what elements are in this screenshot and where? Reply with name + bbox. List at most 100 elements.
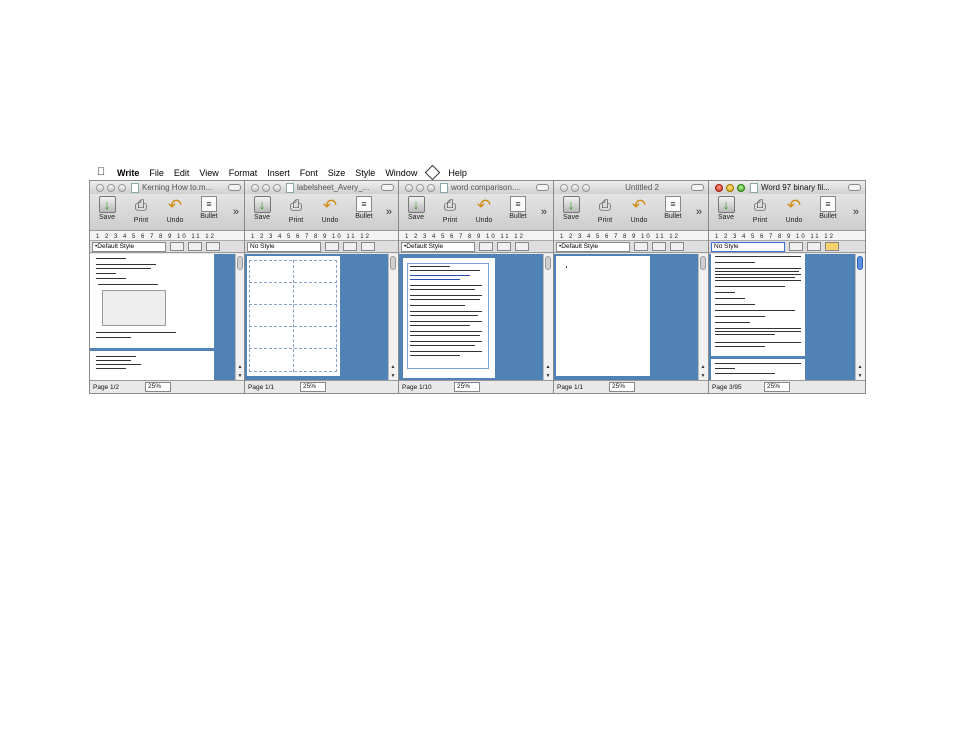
minimize-button[interactable] bbox=[571, 183, 579, 192]
zoom-button[interactable] bbox=[582, 183, 590, 192]
menu-format[interactable]: Format bbox=[229, 168, 258, 178]
style-select[interactable]: No Style bbox=[711, 241, 785, 252]
menu-font[interactable]: Font bbox=[300, 168, 318, 178]
scroll-up-arrow-icon[interactable]: ▲ bbox=[700, 364, 706, 370]
toolbar-overflow-button[interactable]: » bbox=[233, 206, 239, 218]
close-button[interactable] bbox=[405, 183, 413, 192]
title-bar[interactable]: Word 97 binary fil... bbox=[709, 181, 865, 194]
align-center-button[interactable] bbox=[652, 242, 666, 251]
close-button[interactable] bbox=[715, 183, 723, 192]
bullet-button[interactable]: ≡ Bullet bbox=[350, 194, 378, 220]
toolbar-toggle-button[interactable] bbox=[848, 184, 861, 191]
document-area[interactable] bbox=[399, 254, 544, 382]
ruler[interactable]: 1 2 3 4 5 6 7 8 9 10 11 12 bbox=[399, 231, 553, 241]
toolbar-overflow-button[interactable]: » bbox=[696, 206, 702, 218]
scroll-down-arrow-icon[interactable]: ▼ bbox=[857, 373, 863, 379]
document-area[interactable] bbox=[245, 254, 389, 382]
minimize-button[interactable] bbox=[107, 183, 115, 192]
save-button[interactable]: ↓ Save bbox=[93, 194, 121, 221]
align-left-button[interactable] bbox=[634, 242, 648, 251]
document-area[interactable] bbox=[554, 254, 699, 382]
toolbar-overflow-button[interactable]: » bbox=[853, 206, 859, 218]
print-button[interactable]: ⎙ Print bbox=[436, 194, 464, 224]
bullet-button[interactable]: ≡ Bullet bbox=[195, 194, 223, 220]
vertical-scrollbar[interactable]: ▲ ▼ bbox=[543, 254, 553, 382]
print-button[interactable]: ⎙ Print bbox=[591, 194, 619, 224]
toolbar-toggle-button[interactable] bbox=[381, 184, 394, 191]
text-color-button[interactable] bbox=[361, 242, 375, 251]
toolbar-toggle-button[interactable] bbox=[228, 184, 241, 191]
scroll-up-arrow-icon[interactable]: ▲ bbox=[390, 364, 396, 370]
zoom-button[interactable] bbox=[737, 183, 745, 192]
minimize-button[interactable] bbox=[416, 183, 424, 192]
align-left-button[interactable] bbox=[170, 242, 184, 251]
title-bar[interactable]: Untitled 2 bbox=[554, 181, 708, 194]
print-button[interactable]: ⎙ Print bbox=[282, 194, 310, 224]
zoom-button[interactable] bbox=[273, 183, 281, 192]
close-button[interactable] bbox=[560, 183, 568, 192]
style-select[interactable]: •Default Style bbox=[556, 241, 630, 252]
vertical-scrollbar[interactable]: ▲ ▼ bbox=[698, 254, 708, 382]
align-left-button[interactable] bbox=[789, 242, 803, 251]
undo-button[interactable]: ↶ Undo bbox=[780, 194, 808, 224]
minimize-button[interactable] bbox=[726, 183, 734, 192]
menu-help[interactable]: Help bbox=[448, 168, 467, 178]
toolbar-toggle-button[interactable] bbox=[536, 184, 549, 191]
vertical-scrollbar[interactable]: ▲ ▼ bbox=[855, 254, 865, 382]
toolbar-overflow-button[interactable]: » bbox=[386, 206, 392, 218]
bullet-button[interactable]: ≡ Bullet bbox=[504, 194, 532, 220]
title-bar[interactable]: Kerning How to.m... bbox=[90, 181, 245, 194]
bullet-button[interactable]: ≡ Bullet bbox=[814, 194, 842, 220]
undo-button[interactable]: ↶ Undo bbox=[625, 194, 653, 224]
toolbar-toggle-button[interactable] bbox=[691, 184, 704, 191]
bullet-button[interactable]: ≡ Bullet bbox=[659, 194, 687, 220]
highlight-color-button[interactable] bbox=[825, 242, 839, 251]
apple-icon[interactable]:  bbox=[97, 165, 111, 180]
align-center-button[interactable] bbox=[343, 242, 357, 251]
scroll-down-arrow-icon[interactable]: ▼ bbox=[390, 373, 396, 379]
document-area[interactable] bbox=[90, 254, 236, 382]
menu-style[interactable]: Style bbox=[355, 168, 375, 178]
text-color-button[interactable] bbox=[670, 242, 684, 251]
zoom-select[interactable]: 25% bbox=[454, 382, 480, 392]
style-select[interactable]: •Default Style bbox=[401, 241, 475, 252]
title-bar[interactable]: labelsheet_Avery_... bbox=[245, 181, 398, 194]
document-area[interactable] bbox=[709, 254, 856, 382]
scroll-up-arrow-icon[interactable]: ▲ bbox=[237, 364, 243, 370]
ruler[interactable]: 1 2 3 4 5 6 7 8 9 10 11 12 bbox=[245, 231, 398, 241]
menu-file[interactable]: File bbox=[149, 168, 164, 178]
zoom-select[interactable]: 25% bbox=[145, 382, 171, 392]
style-select[interactable]: •Default Style bbox=[92, 241, 166, 252]
ruler[interactable]: 1 2 3 4 5 6 7 8 9 10 11 12 bbox=[90, 231, 245, 241]
undo-button[interactable]: ↶ Undo bbox=[316, 194, 344, 224]
menu-app[interactable]: Write bbox=[117, 168, 139, 178]
align-left-button[interactable] bbox=[325, 242, 339, 251]
save-button[interactable]: ↓ Save bbox=[557, 194, 585, 221]
save-button[interactable]: ↓ Save bbox=[248, 194, 276, 221]
text-color-button[interactable] bbox=[206, 242, 220, 251]
close-button[interactable] bbox=[96, 183, 104, 192]
scroll-down-arrow-icon[interactable]: ▼ bbox=[237, 373, 243, 379]
align-center-button[interactable] bbox=[188, 242, 202, 251]
zoom-select[interactable]: 25% bbox=[300, 382, 326, 392]
save-button[interactable]: ↓ Save bbox=[402, 194, 430, 221]
zoom-select[interactable]: 25% bbox=[609, 382, 635, 392]
minimize-button[interactable] bbox=[262, 183, 270, 192]
undo-button[interactable]: ↶ Undo bbox=[161, 194, 189, 224]
ruler[interactable]: 1 2 3 4 5 6 7 8 9 10 11 12 bbox=[709, 231, 865, 241]
close-button[interactable] bbox=[251, 183, 259, 192]
toolbar-overflow-button[interactable]: » bbox=[541, 206, 547, 218]
menu-insert[interactable]: Insert bbox=[267, 168, 290, 178]
align-left-button[interactable] bbox=[479, 242, 493, 251]
ruler[interactable]: 1 2 3 4 5 6 7 8 9 10 11 12 bbox=[554, 231, 708, 241]
scroll-up-arrow-icon[interactable]: ▲ bbox=[545, 364, 551, 370]
style-select[interactable]: No Style bbox=[247, 241, 321, 252]
zoom-button[interactable] bbox=[118, 183, 126, 192]
scroll-up-arrow-icon[interactable]: ▲ bbox=[857, 364, 863, 370]
menu-edit[interactable]: Edit bbox=[174, 168, 190, 178]
print-button[interactable]: ⎙ Print bbox=[746, 194, 774, 224]
zoom-button[interactable] bbox=[427, 183, 435, 192]
undo-button[interactable]: ↶ Undo bbox=[470, 194, 498, 224]
zoom-select[interactable]: 25% bbox=[764, 382, 790, 392]
menu-window[interactable]: Window bbox=[385, 168, 417, 178]
